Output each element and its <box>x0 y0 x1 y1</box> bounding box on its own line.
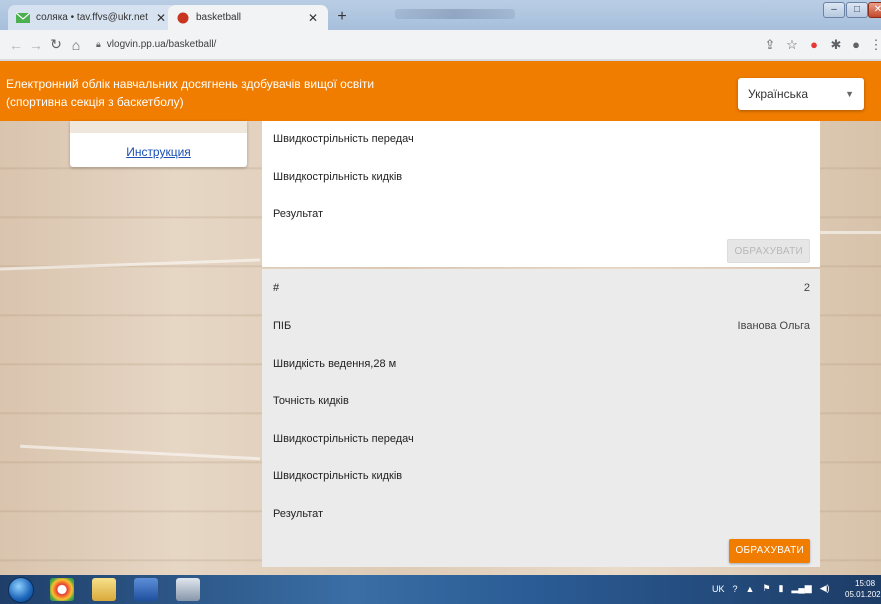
tab-mail[interactable]: соляка • tav.ffvs@ukr.net ✕ <box>8 5 176 30</box>
profile-icon[interactable]: ● <box>848 37 864 53</box>
field-label: ПІБ <box>273 320 292 332</box>
new-tab-button[interactable]: + <box>333 8 351 26</box>
court-line <box>20 444 260 461</box>
start-button[interactable] <box>8 577 34 603</box>
adblock-icon[interactable]: ● <box>806 37 822 53</box>
record-row: Швидкострільність передач <box>273 433 810 445</box>
taskbar: UK ? ▲ ⚑ ▮ ▂▄▆ ◀) 15:08 05.01.2022 <box>0 575 881 604</box>
field-label: Результат <box>273 208 324 220</box>
record-row: Точність кидків <box>273 395 810 407</box>
record-row: Швидкострільність передач <box>273 133 810 145</box>
page-subtitle: (спортивна секція з баскетболу) <box>6 95 184 109</box>
record-row: Результат <box>273 508 810 520</box>
show-hidden-icon[interactable]: ▲ <box>746 584 755 594</box>
keyboard-language[interactable]: UK <box>712 584 725 594</box>
menu-icon[interactable]: ⋮ <box>868 37 881 53</box>
record-row: Швидкострільність кидків <box>273 470 810 482</box>
calculate-button-disabled: ОБРАХУВАТИ <box>727 239 810 263</box>
network-icon[interactable]: ▂▄▆ <box>791 583 811 594</box>
page-title: Електронний облік навчальних досягнень з… <box>6 77 375 91</box>
record-panel-2: # 2 ПІБ Іванова Ольга Швидкість ведення,… <box>262 269 820 567</box>
field-label: Швидкість ведення,28 м <box>273 358 397 370</box>
system-tray: UK ? ▲ ⚑ ▮ ▂▄▆ ◀) <box>712 583 830 594</box>
tab-close-icon[interactable]: ✕ <box>306 11 320 25</box>
tab-title: basketball <box>196 12 242 23</box>
chevron-down-icon: ▼ <box>845 89 854 99</box>
field-value: Іванова Ольга <box>737 320 810 332</box>
share-icon[interactable]: ⇪ <box>762 37 778 53</box>
field-label: Швидкострільність кидків <box>273 470 403 482</box>
help-icon[interactable]: ? <box>733 584 738 594</box>
chrome-icon[interactable] <box>50 578 74 601</box>
reload-icon[interactable]: ↻ <box>46 36 66 53</box>
clock-date: 05.01.2022 <box>845 590 881 599</box>
tab-title: соляка • tav.ffvs@ukr.net <box>36 12 148 23</box>
sidebar-card: Инструкция <box>70 121 247 167</box>
maximize-button[interactable]: □ <box>846 2 868 18</box>
instruction-link[interactable]: Инструкция <box>70 145 247 159</box>
browser-tab-strip: соляка • tav.ffvs@ukr.net ✕ basketball ✕… <box>0 0 881 30</box>
extensions-icon[interactable]: ✱ <box>828 37 844 53</box>
record-row: # 2 <box>273 282 810 294</box>
address-bar: ← → ↻ ⌂ 🔒︎ vlogvin.pp.ua/basketball/ ⇪ ☆… <box>0 30 881 60</box>
window-close-button[interactable]: ✕ <box>868 2 881 18</box>
calculate-button[interactable]: ОБРАХУВАТИ <box>729 539 810 563</box>
clock-time: 15:08 <box>855 579 876 588</box>
field-label: Результат <box>273 508 324 520</box>
home-icon[interactable]: ⌂ <box>66 37 86 53</box>
url-field[interactable]: 🔒︎ vlogvin.pp.ua/basketball/ <box>96 39 216 50</box>
url-text: vlogvin.pp.ua/basketball/ <box>106 39 217 50</box>
tab-basketball[interactable]: basketball ✕ <box>168 5 328 30</box>
language-selected: Українська <box>748 87 809 101</box>
folder-icon[interactable] <box>92 578 116 601</box>
flag-icon[interactable]: ⚑ <box>762 583 770 594</box>
calculator-icon[interactable] <box>176 578 200 601</box>
forward-icon[interactable]: → <box>26 37 46 53</box>
mail-icon <box>16 12 30 23</box>
field-label: Точність кидків <box>273 395 349 407</box>
field-label: # <box>273 282 280 294</box>
word-icon[interactable] <box>134 578 158 601</box>
basketball-icon <box>177 12 189 23</box>
field-label: Швидкострільність передач <box>273 433 414 445</box>
volume-icon[interactable]: ◀) <box>820 583 830 594</box>
battery-icon[interactable]: ▮ <box>779 583 784 594</box>
clock[interactable]: 15:08 05.01.2022 <box>845 578 881 600</box>
court-line <box>0 258 260 271</box>
record-panel-1: Швидкострільність передач Швидкострільні… <box>262 121 820 267</box>
field-label: Швидкострільність кидків <box>273 171 403 183</box>
record-row: ПІБ Іванова Ольга <box>273 320 810 332</box>
window-title-blur <box>395 9 515 19</box>
court-line <box>820 231 881 234</box>
language-select[interactable]: Українська ▼ <box>738 78 864 110</box>
minimize-button[interactable]: – <box>823 2 845 18</box>
record-row: Швидкість ведення,28 м <box>273 358 810 370</box>
tab-close-icon[interactable]: ✕ <box>154 11 168 25</box>
sidebar-card-top <box>70 121 247 133</box>
field-label: Швидкострільність передач <box>273 133 414 145</box>
bookmark-star-icon[interactable]: ☆ <box>784 37 800 53</box>
record-row: Швидкострільність кидків <box>273 171 810 183</box>
record-row: Результат <box>273 208 810 220</box>
back-icon[interactable]: ← <box>6 37 26 53</box>
lock-icon: 🔒︎ <box>96 39 101 49</box>
field-value: 2 <box>803 282 810 294</box>
